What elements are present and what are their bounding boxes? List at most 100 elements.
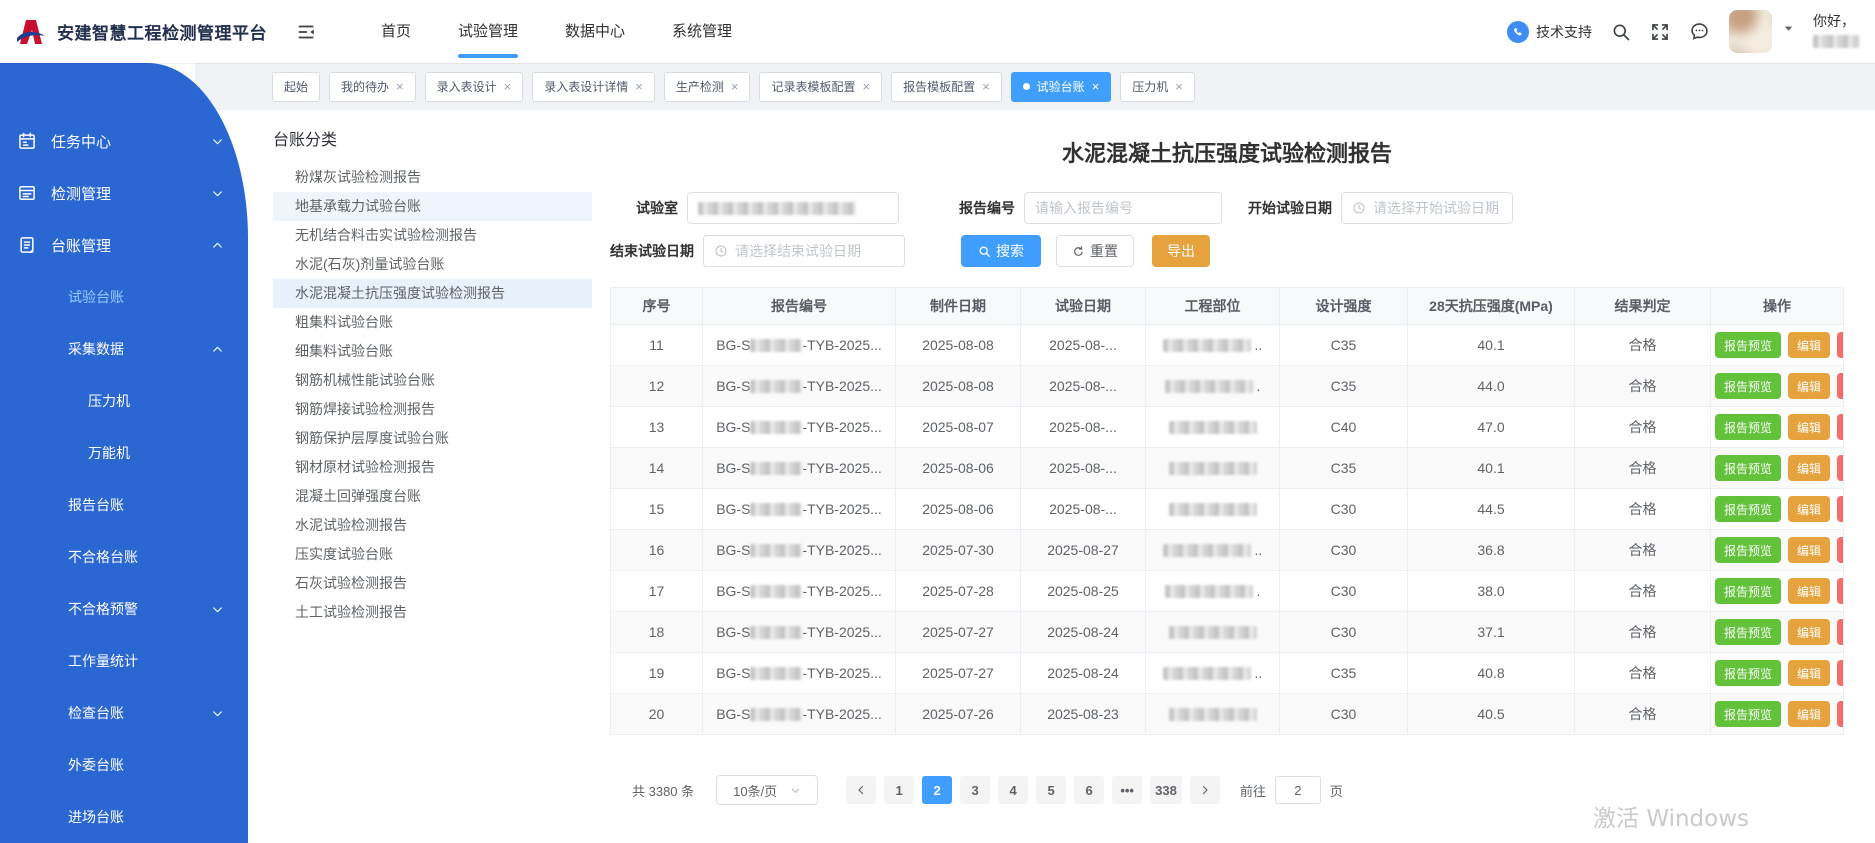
- category-item-selected[interactable]: 水泥混凝土抗压强度试验检测报告: [273, 279, 592, 308]
- page-button-3[interactable]: 3: [960, 776, 990, 804]
- edit-button[interactable]: 编辑: [1788, 701, 1830, 727]
- next-page-button[interactable]: [1190, 776, 1220, 804]
- report-preview-button[interactable]: 报告预览: [1715, 578, 1781, 604]
- edit-button[interactable]: 编辑: [1788, 660, 1830, 686]
- nav-item-home[interactable]: 首页: [381, 0, 411, 63]
- sidebar-item-unqualified-warning[interactable]: 不合格预警: [0, 583, 248, 635]
- close-icon[interactable]: ×: [1175, 79, 1183, 94]
- page-button-338[interactable]: 338: [1150, 776, 1182, 804]
- sidebar-item-ledger-management[interactable]: 台账管理: [0, 219, 248, 271]
- export-button[interactable]: 导出: [1152, 235, 1210, 267]
- page-button-6[interactable]: 6: [1074, 776, 1104, 804]
- category-item[interactable]: 石灰试验检测报告: [273, 569, 592, 598]
- tab-report-template-config[interactable]: 报告模板配置×: [891, 72, 1002, 102]
- nav-item-experiment-management[interactable]: 试验管理: [458, 0, 518, 63]
- category-item[interactable]: 水泥(石灰)剂量试验台账: [273, 250, 592, 279]
- close-icon[interactable]: ×: [982, 79, 990, 94]
- sidebar-item-test-ledger[interactable]: 试验台账: [0, 271, 248, 323]
- sidebar-item-entry-ledger[interactable]: 进场台账: [0, 791, 248, 843]
- report-preview-button[interactable]: 报告预览: [1715, 537, 1781, 563]
- sidebar-item-outsourced-ledger[interactable]: 外委台账: [0, 739, 248, 791]
- tab-production-test[interactable]: 生产检测×: [664, 72, 751, 102]
- category-item[interactable]: 细集料试验台账: [273, 337, 592, 366]
- report-preview-button[interactable]: 报告预览: [1715, 414, 1781, 440]
- delete-button[interactable]: 删除: [1837, 332, 1843, 358]
- delete-button[interactable]: 删除: [1837, 578, 1843, 604]
- close-icon[interactable]: ×: [862, 79, 870, 94]
- sidebar-item-detection-management[interactable]: 检测管理: [0, 167, 248, 219]
- nav-item-data-center[interactable]: 数据中心: [565, 0, 625, 63]
- sidebar-item-report-ledger[interactable]: 报告台账: [0, 479, 248, 531]
- delete-button[interactable]: 删除: [1837, 373, 1843, 399]
- prev-page-button[interactable]: [846, 776, 876, 804]
- reset-button[interactable]: 重置: [1056, 235, 1134, 267]
- sidebar-item-task-center[interactable]: 任务中心: [0, 115, 248, 167]
- chevron-down-icon[interactable]: [1783, 21, 1794, 39]
- close-icon[interactable]: ×: [504, 79, 512, 94]
- category-item[interactable]: 水泥试验检测报告: [273, 511, 592, 540]
- fullscreen-icon[interactable]: [1650, 22, 1670, 42]
- edit-button[interactable]: 编辑: [1788, 537, 1830, 563]
- category-item[interactable]: 混凝土回弹强度台账: [273, 482, 592, 511]
- report-preview-button[interactable]: 报告预览: [1715, 496, 1781, 522]
- delete-button[interactable]: 删除: [1837, 414, 1843, 440]
- page-button-5[interactable]: 5: [1036, 776, 1066, 804]
- tab-my-todo[interactable]: 我的待办×: [329, 72, 416, 102]
- category-item[interactable]: 粉煤灰试验检测报告: [273, 163, 592, 192]
- report-preview-button[interactable]: 报告预览: [1715, 619, 1781, 645]
- sidebar-item-universal-machine[interactable]: 万能机: [0, 427, 248, 479]
- category-item[interactable]: 粗集料试验台账: [273, 308, 592, 337]
- category-item[interactable]: 钢筋焊接试验检测报告: [273, 395, 592, 424]
- delete-button[interactable]: 删除: [1837, 537, 1843, 563]
- close-icon[interactable]: ×: [396, 79, 404, 94]
- page-button-4[interactable]: 4: [998, 776, 1028, 804]
- category-item[interactable]: 土工试验检测报告: [273, 598, 592, 627]
- edit-button[interactable]: 编辑: [1788, 578, 1830, 604]
- close-icon[interactable]: ×: [635, 79, 643, 94]
- delete-button[interactable]: 删除: [1837, 701, 1843, 727]
- tab-form-design-detail[interactable]: 录入表设计详情×: [532, 72, 655, 102]
- sidebar-item-inspection-ledger[interactable]: 检查台账: [0, 687, 248, 739]
- delete-button[interactable]: 删除: [1837, 455, 1843, 481]
- tech-support-link[interactable]: 技术支持: [1507, 21, 1592, 43]
- search-icon[interactable]: [1611, 22, 1631, 42]
- report-no-input[interactable]: [1024, 192, 1222, 224]
- tab-start[interactable]: 起始: [272, 72, 320, 102]
- edit-button[interactable]: 编辑: [1788, 414, 1830, 440]
- page-button-1[interactable]: 1: [884, 776, 914, 804]
- nav-item-system-management[interactable]: 系统管理: [672, 0, 732, 63]
- lab-input[interactable]: [687, 192, 899, 224]
- page-size-select[interactable]: 10条/页: [716, 775, 818, 805]
- start-date-input[interactable]: 请选择开始试验日期: [1341, 192, 1513, 224]
- report-preview-button[interactable]: 报告预览: [1715, 332, 1781, 358]
- more-pages-button[interactable]: •••: [1112, 776, 1142, 804]
- report-preview-button[interactable]: 报告预览: [1715, 455, 1781, 481]
- category-item[interactable]: 地基承载力试验台账: [273, 192, 592, 221]
- sidebar-item-workload-stats[interactable]: 工作量统计: [0, 635, 248, 687]
- menu-collapse-icon[interactable]: [295, 21, 317, 43]
- close-icon[interactable]: ×: [731, 79, 739, 94]
- delete-button[interactable]: 删除: [1837, 619, 1843, 645]
- edit-button[interactable]: 编辑: [1788, 332, 1830, 358]
- report-preview-button[interactable]: 报告预览: [1715, 373, 1781, 399]
- page-button-2[interactable]: 2: [922, 776, 952, 804]
- tab-form-design[interactable]: 录入表设计×: [425, 72, 524, 102]
- close-icon[interactable]: ×: [1092, 79, 1100, 94]
- delete-button[interactable]: 删除: [1837, 660, 1843, 686]
- edit-button[interactable]: 编辑: [1788, 496, 1830, 522]
- category-item[interactable]: 钢材原材试验检测报告: [273, 453, 592, 482]
- search-button[interactable]: 搜索: [961, 235, 1041, 267]
- category-item[interactable]: 钢筋机械性能试验台账: [273, 366, 592, 395]
- category-item[interactable]: 无机结合料击实试验检测报告: [273, 221, 592, 250]
- sidebar-item-unqualified-ledger[interactable]: 不合格台账: [0, 531, 248, 583]
- sidebar-item-collect-data[interactable]: 采集数据: [0, 323, 248, 375]
- edit-button[interactable]: 编辑: [1788, 455, 1830, 481]
- edit-button[interactable]: 编辑: [1788, 373, 1830, 399]
- sidebar-item-press-machine[interactable]: 压力机: [0, 375, 248, 427]
- report-preview-button[interactable]: 报告预览: [1715, 701, 1781, 727]
- avatar[interactable]: [1729, 10, 1772, 53]
- message-icon[interactable]: [1689, 21, 1710, 42]
- end-date-input[interactable]: 请选择结束试验日期: [703, 235, 905, 267]
- tab-record-template-config[interactable]: 记录表模板配置×: [759, 72, 882, 102]
- category-item[interactable]: 钢筋保护层厚度试验台账: [273, 424, 592, 453]
